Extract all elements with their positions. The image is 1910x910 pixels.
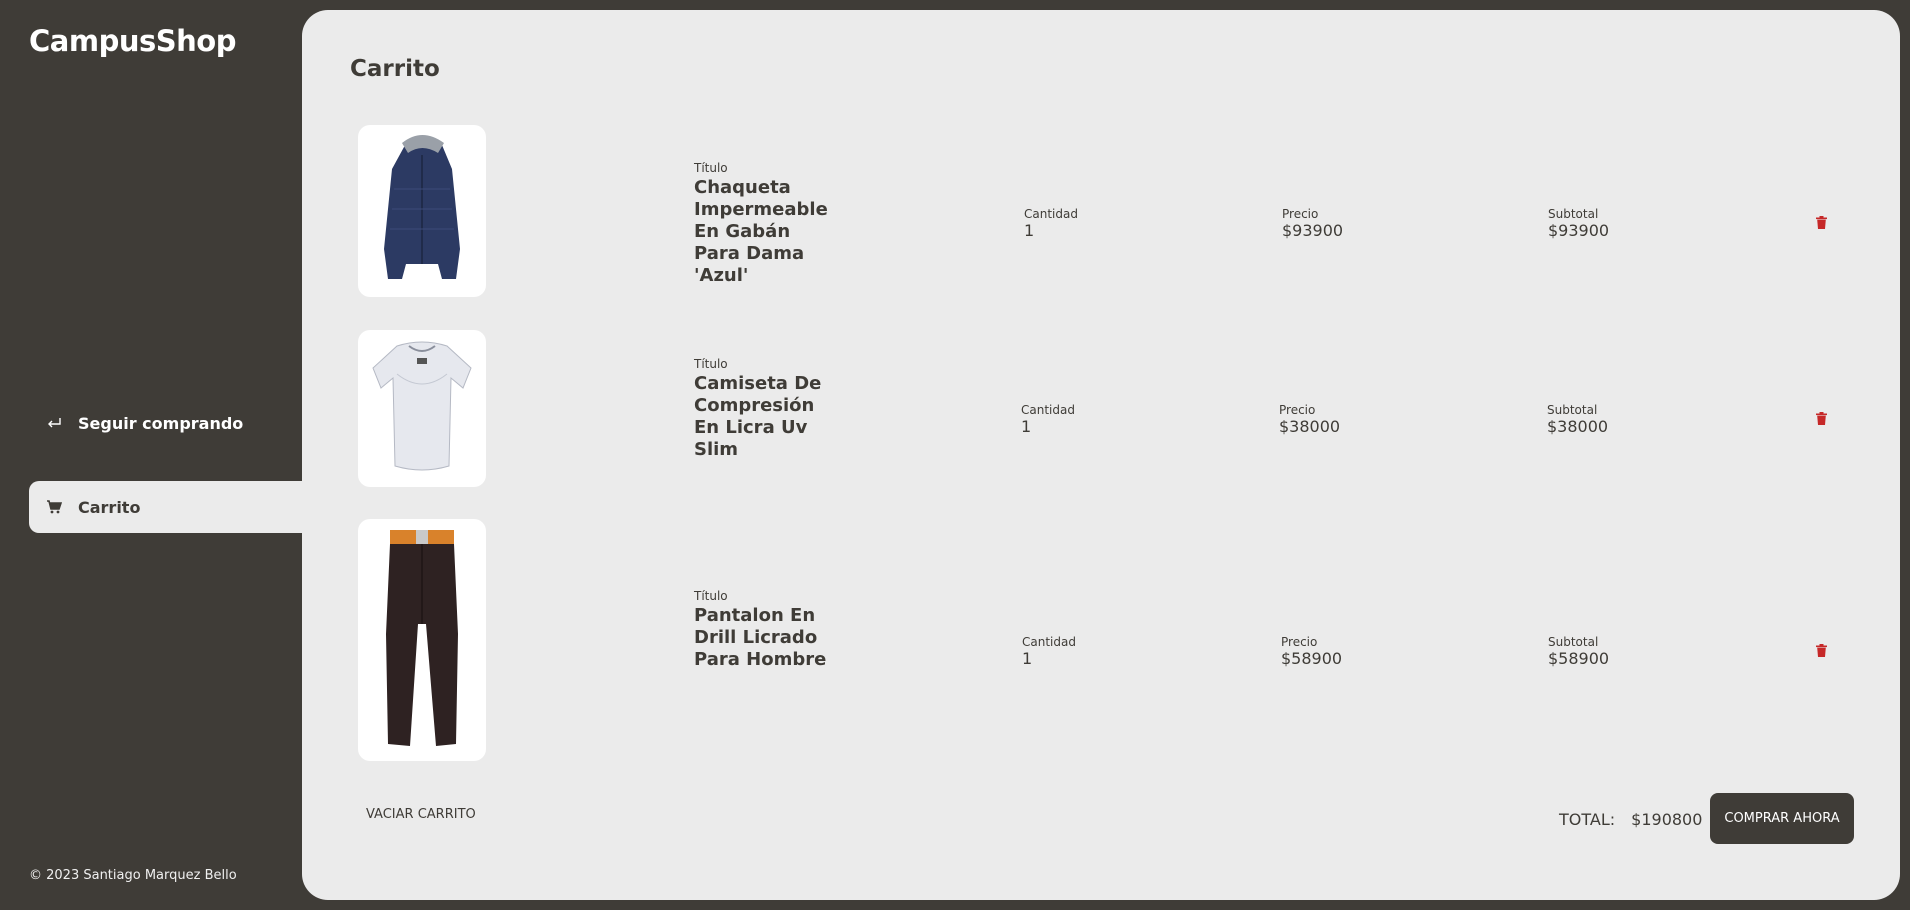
main-panel: Carrito Título Chaqueta Impermeable En G… <box>302 10 1900 900</box>
quantity-label: Cantidad <box>1022 635 1076 649</box>
product-title: Pantalon En Drill Licrado Para Hombre <box>694 605 827 670</box>
subtotal-value: $93900 <box>1548 221 1610 240</box>
subtotal-label: Subtotal <box>1547 403 1598 417</box>
subtotal-label: Subtotal <box>1548 635 1599 649</box>
subtotal-value: $38000 <box>1547 417 1609 436</box>
sidebar: CampusShop Seguir comprando Carrito © 20… <box>0 0 302 910</box>
subtotal-field: Subtotal $38000 <box>1547 403 1608 437</box>
quantity-field: Cantidad 1 <box>1021 403 1075 437</box>
price-value: $38000 <box>1279 417 1341 436</box>
title-label: Título <box>694 161 728 175</box>
sidebar-item-label: Seguir comprando <box>78 413 244 433</box>
quantity-label: Cantidad <box>1021 403 1075 417</box>
delete-item-button[interactable] <box>1814 642 1828 658</box>
price-value: $93900 <box>1282 221 1344 240</box>
product-title: Chaqueta Impermeable En Gabán Para Dama … <box>694 177 828 286</box>
subtotal-value: $58900 <box>1548 649 1610 668</box>
product-image[interactable] <box>358 519 486 761</box>
price-field: Precio $38000 <box>1279 403 1340 437</box>
sidebar-item-label: Carrito <box>78 497 141 517</box>
price-value: $58900 <box>1281 649 1343 668</box>
trash-icon <box>1815 411 1827 425</box>
price-label: Precio <box>1279 403 1316 417</box>
cart-total: TOTAL: $190800 <box>1559 810 1702 829</box>
total-label: TOTAL: <box>1559 810 1616 829</box>
product-title-block: Título Camiseta De Compresión En Licra U… <box>694 357 834 461</box>
title-label: Título <box>694 589 728 603</box>
title-label: Título <box>694 357 728 371</box>
trash-icon <box>1815 643 1827 657</box>
app-root: CampusShop Seguir comprando Carrito © 20… <box>0 0 1910 910</box>
product-title: Camiseta De Compresión En Licra Uv Slim <box>694 373 822 460</box>
subtotal-field: Subtotal $93900 <box>1548 207 1609 241</box>
buy-now-button[interactable]: Comprar ahora <box>1710 793 1854 844</box>
quantity-value: 1 <box>1024 221 1035 240</box>
quantity-field: Cantidad 1 <box>1024 207 1078 241</box>
price-field: Precio $58900 <box>1281 635 1342 669</box>
delete-item-button[interactable] <box>1814 214 1828 230</box>
subtotal-field: Subtotal $58900 <box>1548 635 1609 669</box>
copyright-note: © 2023 Santiago Marquez Bello <box>29 868 237 883</box>
price-field: Precio $93900 <box>1282 207 1343 241</box>
sidebar-item-cart[interactable]: Carrito <box>29 481 302 533</box>
total-value: $190800 <box>1631 810 1703 829</box>
cart-icon <box>45 498 63 516</box>
quantity-field: Cantidad 1 <box>1022 635 1076 669</box>
product-image[interactable] <box>358 125 486 297</box>
app-logo[interactable]: CampusShop <box>29 24 236 58</box>
sidebar-item-continue-shopping[interactable]: Seguir comprando <box>29 397 302 449</box>
quantity-value: 1 <box>1022 649 1033 668</box>
page-title: Carrito <box>350 56 440 82</box>
trash-icon <box>1815 215 1827 229</box>
product-image[interactable] <box>358 330 486 487</box>
quantity-value: 1 <box>1021 417 1032 436</box>
product-title-block: Título Chaqueta Impermeable En Gabán Par… <box>694 161 834 287</box>
price-label: Precio <box>1282 207 1319 221</box>
empty-cart-button[interactable]: Vaciar carrito <box>366 807 476 822</box>
return-arrow-icon <box>45 414 63 432</box>
delete-item-button[interactable] <box>1814 410 1828 426</box>
price-label: Precio <box>1281 635 1318 649</box>
quantity-label: Cantidad <box>1024 207 1078 221</box>
product-title-block: Título Pantalon En Drill Licrado Para Ho… <box>694 589 834 671</box>
subtotal-label: Subtotal <box>1548 207 1599 221</box>
